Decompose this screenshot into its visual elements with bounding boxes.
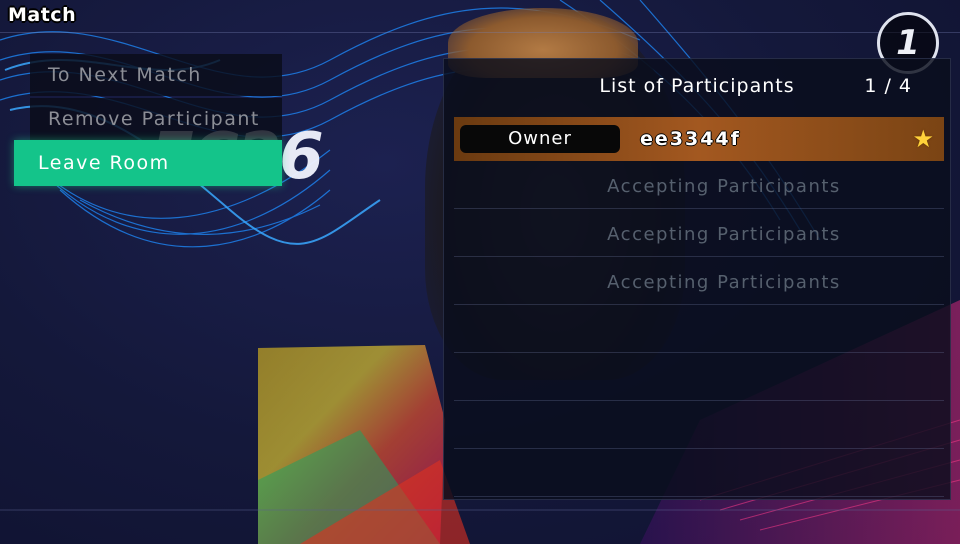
menu-item-leave-room[interactable]: Leave Room — [14, 140, 282, 186]
participants-panel: List of Participants 1 / 4 Owner ee3344f… — [443, 58, 951, 500]
participant-slot[interactable]: Accepting Participants — [454, 261, 944, 305]
empty-row — [454, 405, 944, 449]
participant-slot[interactable]: Accepting Participants — [454, 165, 944, 209]
slot-status: Accepting Participants — [607, 176, 841, 197]
empty-row — [454, 453, 944, 497]
slot-status: Accepting Participants — [607, 272, 841, 293]
participant-name: ee3344f — [640, 128, 741, 150]
empty-row — [454, 309, 944, 353]
participant-row-owner[interactable]: Owner ee3344f ★ — [454, 117, 944, 161]
empty-row — [454, 357, 944, 401]
star-icon: ★ — [912, 125, 934, 153]
header-divider — [0, 32, 960, 33]
menu-item-remove-participant[interactable]: Remove Participant — [30, 98, 282, 140]
slot-status: Accepting Participants — [607, 224, 841, 245]
menu-item-to-next-match[interactable]: To Next Match — [30, 54, 282, 96]
page-title: Match — [8, 4, 77, 26]
participants-count: 1 / 4 — [864, 75, 912, 97]
participant-slot[interactable]: Accepting Participants — [454, 213, 944, 257]
owner-badge: Owner — [460, 125, 620, 153]
